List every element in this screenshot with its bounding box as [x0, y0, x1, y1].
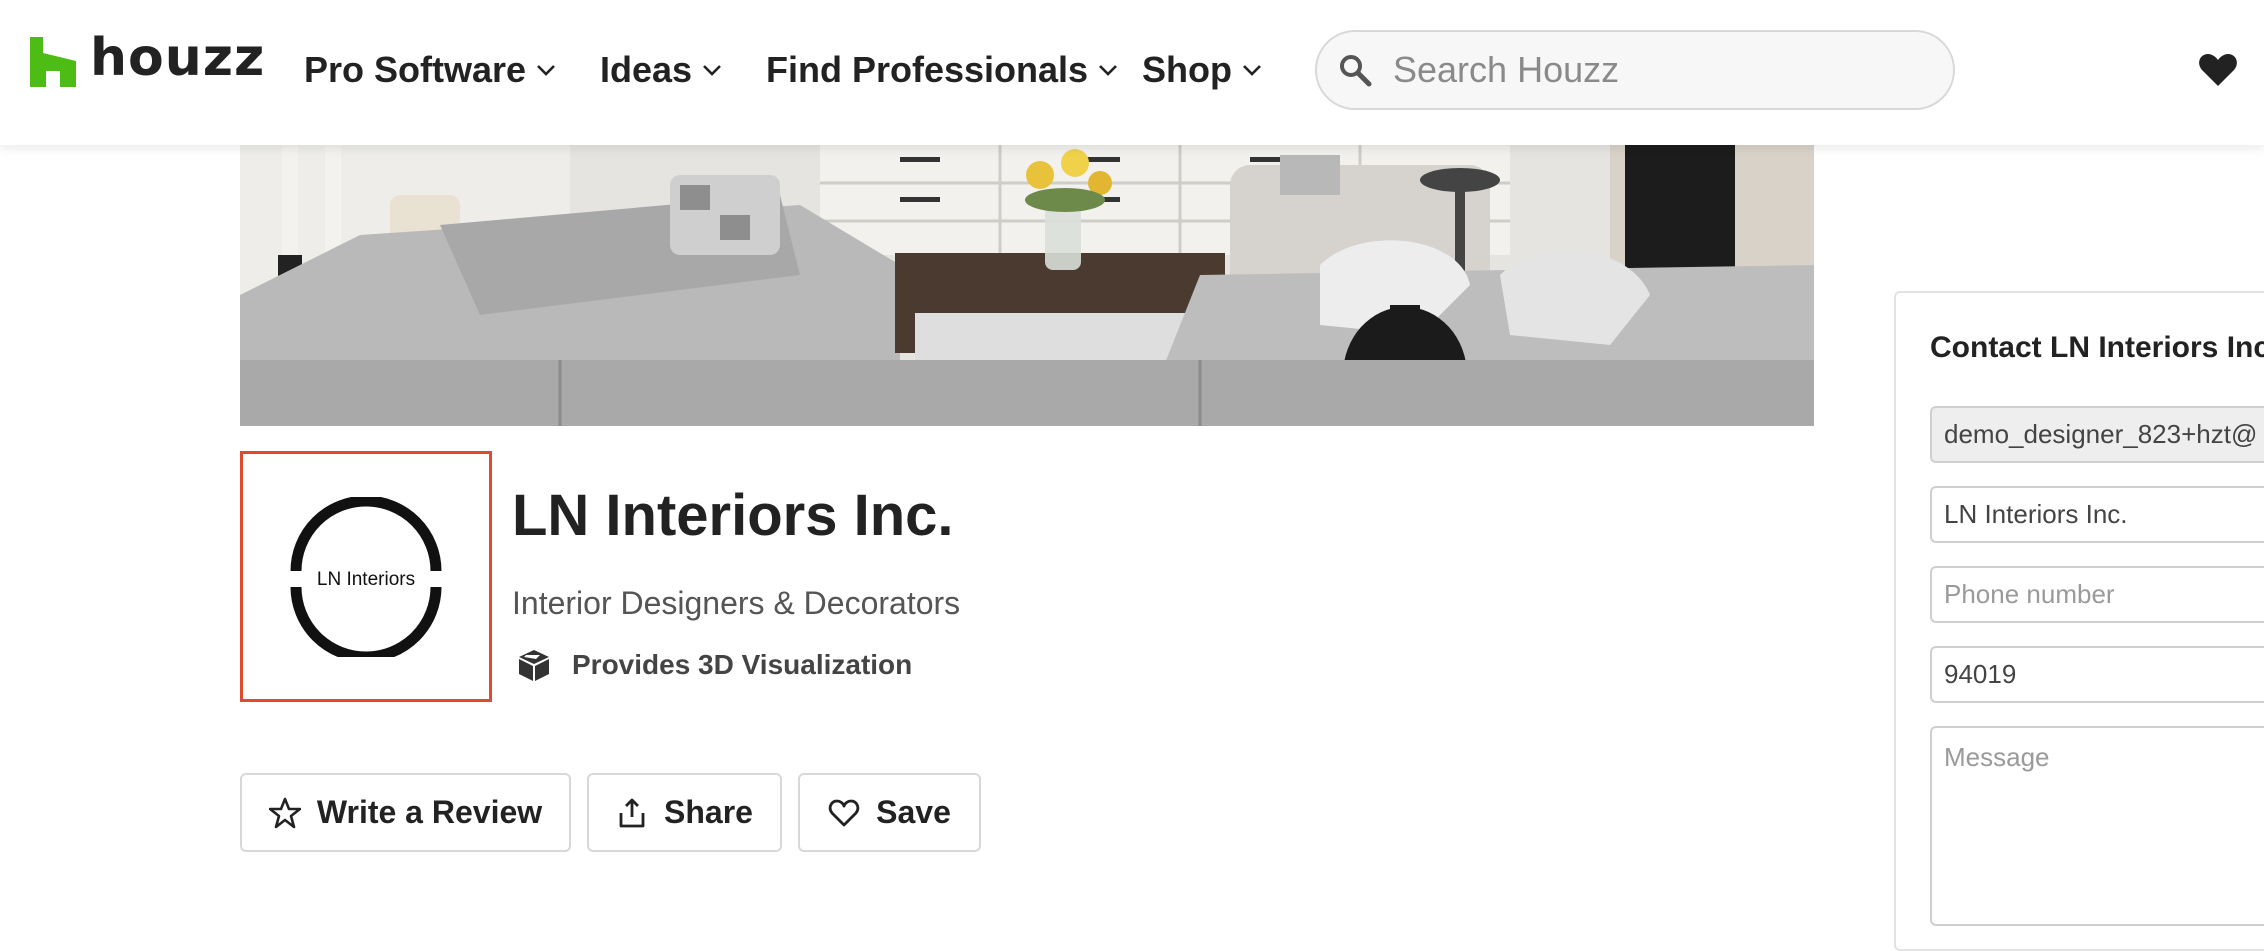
nav-item-label: Find Professionals	[766, 49, 1089, 90]
living-room-photo	[240, 145, 1814, 426]
business-name: LN Interiors Inc.	[512, 483, 954, 548]
houzz-logo[interactable]: houzz	[30, 32, 265, 88]
top-nav-bar: houzz Pro Software Ideas Find Profession…	[0, 0, 2264, 145]
write-review-label: Write a Review	[316, 794, 543, 830]
nav-item-shop[interactable]: Shop	[1142, 44, 1262, 96]
message-field[interactable]	[1930, 726, 2264, 926]
nav-item-pro-software[interactable]: Pro Software	[304, 44, 556, 96]
zip-field[interactable]	[1930, 646, 2264, 703]
chevron-down-icon	[1243, 65, 1261, 76]
nav-item-label: Ideas	[600, 49, 693, 90]
save-label: Save	[876, 794, 951, 830]
search-icon	[1340, 55, 1372, 87]
nav-item-find-professionals[interactable]: Find Professionals	[766, 44, 1118, 96]
contact-form-panel: Contact LN Interiors Inc	[1894, 291, 2264, 951]
heart-icon[interactable]	[2198, 52, 2238, 88]
share-icon	[619, 798, 645, 827]
feature-3d-visualization: Provides 3D Visualization	[516, 647, 912, 683]
save-button[interactable]: Save	[798, 773, 981, 852]
phone-field[interactable]	[1930, 566, 2264, 623]
feature-label: Provides 3D Visualization	[572, 649, 913, 680]
contact-title: Contact LN Interiors Inc	[1930, 331, 2264, 364]
heart-outline-icon	[828, 799, 860, 826]
houzz-logo-icon	[30, 37, 76, 87]
star-icon	[268, 797, 301, 828]
business-logo[interactable]: LN Interiors	[240, 451, 492, 702]
share-button[interactable]: Share	[587, 773, 782, 852]
houzz-wordmark: houzz	[90, 28, 266, 88]
share-label: Share	[664, 794, 753, 830]
cube-icon	[519, 650, 549, 681]
write-review-button[interactable]: Write a Review	[240, 773, 571, 852]
nav-item-label: Shop	[1142, 49, 1232, 90]
nav-item-ideas[interactable]: Ideas	[600, 44, 722, 96]
cover-photo	[240, 145, 1814, 426]
name-field[interactable]	[1930, 486, 2264, 543]
chevron-down-icon	[1099, 65, 1117, 76]
nav-item-label: Pro Software	[304, 49, 527, 90]
ln-interiors-logo: LN Interiors	[290, 496, 442, 657]
chevron-down-icon	[703, 65, 721, 76]
chevron-down-icon	[537, 65, 555, 76]
logo-text: LN Interiors	[317, 569, 415, 590]
business-category: Interior Designers & Decorators	[512, 585, 961, 621]
email-field[interactable]	[1930, 406, 2264, 463]
search-input[interactable]	[1391, 48, 1931, 92]
search-bar[interactable]	[1315, 30, 1955, 110]
